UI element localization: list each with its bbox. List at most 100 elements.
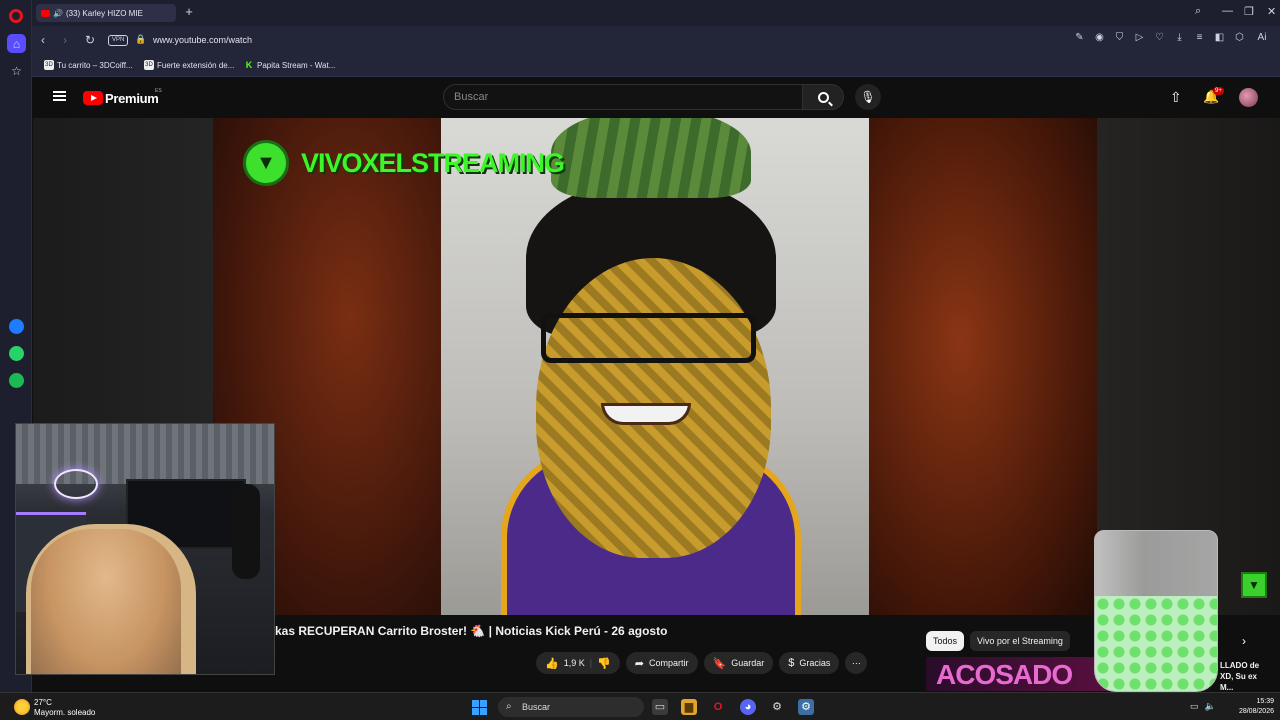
address-bar: ‹ › ↻ VPN 🔒 www.youtube.com/watch ✎ ◉ ⛉ … — [32, 26, 1280, 54]
bookmark-label: Tu carrito – 3DCoiff... — [57, 60, 133, 70]
download-icon[interactable]: ⤓ — [1174, 32, 1185, 43]
related-video-title[interactable]: LLADO de XD, Su ex M... — [1220, 660, 1259, 693]
tab-youtube[interactable]: 🔊 (33) Karley HIZO MIE — [36, 4, 176, 22]
voice-search-icon[interactable]: 🎙 — [855, 84, 881, 110]
thanks-button[interactable]: $ Gracias — [779, 652, 840, 674]
speaker-icon[interactable]: 🔊 — [53, 9, 63, 18]
super-thanks-icon: $ — [788, 657, 795, 669]
app-icon[interactable]: ⚙ — [769, 699, 785, 715]
back-button[interactable]: ‹ — [41, 33, 45, 47]
cup-fill — [1095, 596, 1217, 691]
home-icon[interactable]: ⌂ — [7, 34, 26, 53]
video-thumbnail-pineapple-face — [441, 118, 869, 615]
save-button[interactable]: 🔖 Guardar — [703, 652, 774, 674]
channel-logo-icon: ▼ — [243, 140, 289, 186]
opera-logo-icon[interactable] — [9, 9, 23, 23]
camera-icon[interactable]: ◉ — [1094, 32, 1105, 43]
new-tab-button[interactable]: + — [182, 5, 196, 19]
chevron-right-icon[interactable]: › — [1242, 634, 1246, 648]
task-view-icon[interactable]: ▭ — [652, 699, 668, 715]
youtube-favicon-icon — [41, 9, 50, 17]
profile-icon[interactable]: ◧ — [1214, 32, 1225, 43]
related-filter-chips: Todos Vivo por el Streaming — [926, 631, 1070, 651]
taskbar-search[interactable]: ⌕ Buscar — [498, 697, 644, 717]
taskbar-search-label: Buscar — [522, 702, 551, 712]
extensions-icon[interactable]: ⬡ — [1234, 32, 1245, 43]
lock-icon[interactable]: 🔒 — [135, 34, 146, 45]
search-button[interactable] — [802, 84, 844, 110]
bookmarks-bar: 3D Tu carrito – 3DCoiff... 3D Fuerte ext… — [32, 54, 1280, 77]
smile — [601, 403, 691, 425]
spotify-icon[interactable] — [9, 373, 24, 388]
windows-taskbar: 27°C Mayorm. soleado ⌕ Buscar ▭ ▆ O ◕ ⚙ … — [0, 692, 1280, 720]
address-bar-tools: ✎ ◉ ⛉ ▷ ♡ ⤓ ≡ ◧ ⬡ Ai — [1074, 32, 1270, 43]
weather-widget[interactable]: 27°C Mayorm. soleado — [34, 698, 95, 718]
related-video-thumbnail[interactable]: ACOSADO — [926, 657, 1116, 691]
network-icon[interactable]: ▭ — [1190, 701, 1199, 712]
bookmark-favicon-icon: 3D — [44, 60, 54, 70]
close-window-button[interactable]: ✕ — [1267, 5, 1276, 18]
youtube-logo-icon[interactable] — [83, 91, 103, 105]
star-icon[interactable]: ☆ — [7, 61, 26, 80]
share-button[interactable]: ➦ Compartir — [625, 652, 698, 674]
youtube-premium-label[interactable]: Premium — [105, 91, 159, 106]
forward-button[interactable]: › — [63, 33, 67, 47]
settings-icon[interactable]: ⚙ — [798, 699, 814, 715]
bookmark-icon: 🔖 — [712, 657, 727, 670]
search-input[interactable]: Buscar — [443, 84, 803, 110]
bookmark-favicon-icon: K — [245, 60, 253, 70]
more-icon: ⋯ — [851, 657, 861, 668]
hamburger-menu-icon[interactable] — [53, 91, 66, 101]
search-tabs-icon[interactable]: ⌕ — [1195, 5, 1201, 18]
region-code: ES — [155, 88, 162, 94]
chip-todos[interactable]: Todos — [926, 631, 965, 651]
reload-button[interactable]: ↻ — [85, 33, 95, 47]
divider: | — [589, 658, 593, 668]
file-explorer-icon[interactable]: ▆ — [681, 699, 697, 715]
thumbs-up-icon: 👍 — [545, 657, 559, 670]
video-title: kas RECUPERAN Carrito Broster! 🐔 | Notic… — [275, 624, 668, 638]
video-actions: 👍 1,9 K | 👎 ➦ Compartir 🔖 Guardar $ Grac… — [536, 652, 868, 674]
youtube-header: Premium ES Buscar 🎙 ⇧ 🔔 9+ — [33, 78, 1280, 118]
clock-date: 28/08/2026 — [1238, 708, 1274, 715]
more-actions-button[interactable]: ⋯ — [845, 652, 868, 674]
bookmark-item[interactable]: 3D Fuerte extensión de... — [144, 60, 234, 70]
edit-icon[interactable]: ✎ — [1074, 32, 1085, 43]
chip-vivo-por-el-streaming[interactable]: Vivo por el Streaming — [970, 631, 1070, 651]
discord-icon[interactable]: ◕ — [740, 699, 756, 715]
whatsapp-icon[interactable] — [9, 346, 24, 361]
heart-icon[interactable]: ♡ — [1154, 32, 1165, 43]
thumbs-down-icon[interactable]: 👎 — [597, 657, 611, 670]
search-icon: ⌕ — [506, 701, 512, 712]
play-icon[interactable]: ▷ — [1134, 32, 1145, 43]
share-label: Compartir — [648, 658, 689, 668]
system-tray: ▭ 🔈 — [1190, 701, 1216, 712]
channel-watermark: ▼ VIVOXELSTREAMING — [243, 140, 565, 186]
taskbar-clock[interactable]: 15:39 28/08/2026 — [1232, 697, 1274, 717]
weather-sun-icon[interactable] — [14, 699, 30, 715]
shield-icon[interactable]: ⛉ — [1114, 32, 1125, 43]
restore-button[interactable]: ❐ — [1244, 5, 1254, 18]
bookmark-item[interactable]: 3D Tu carrito – 3DCoiff... — [44, 60, 133, 70]
thanks-label: Gracias — [799, 658, 831, 668]
opera-taskbar-icon[interactable]: O — [710, 699, 726, 715]
like-button[interactable]: 👍 1,9 K | 👎 — [536, 652, 620, 674]
avatar[interactable] — [1239, 88, 1258, 107]
vpn-badge[interactable]: VPN — [108, 35, 129, 46]
clock-time: 15:39 — [1256, 698, 1274, 705]
acoustic-panel-wall — [16, 424, 274, 484]
related-title-line: XD, Su ex — [1220, 672, 1257, 681]
bookmark-label: Fuerte extensión de... — [157, 60, 235, 70]
messenger-icon[interactable] — [9, 319, 24, 334]
pineapple-leaves — [551, 118, 751, 198]
minimize-button[interactable]: — — [1222, 5, 1233, 17]
streamer-webcam-overlay — [15, 423, 275, 675]
neon-planet-sign — [54, 469, 98, 499]
url-field[interactable]: www.youtube.com/watch — [153, 35, 252, 45]
bookmark-item[interactable]: K Papita Stream - Wat... — [244, 60, 336, 70]
menu-icon[interactable]: ≡ — [1194, 32, 1205, 43]
aria-ai-icon[interactable]: Ai — [1254, 32, 1270, 43]
windows-start-icon[interactable] — [472, 700, 487, 715]
volume-icon[interactable]: 🔈 — [1205, 701, 1216, 712]
upload-icon[interactable]: ⇧ — [1170, 89, 1182, 106]
